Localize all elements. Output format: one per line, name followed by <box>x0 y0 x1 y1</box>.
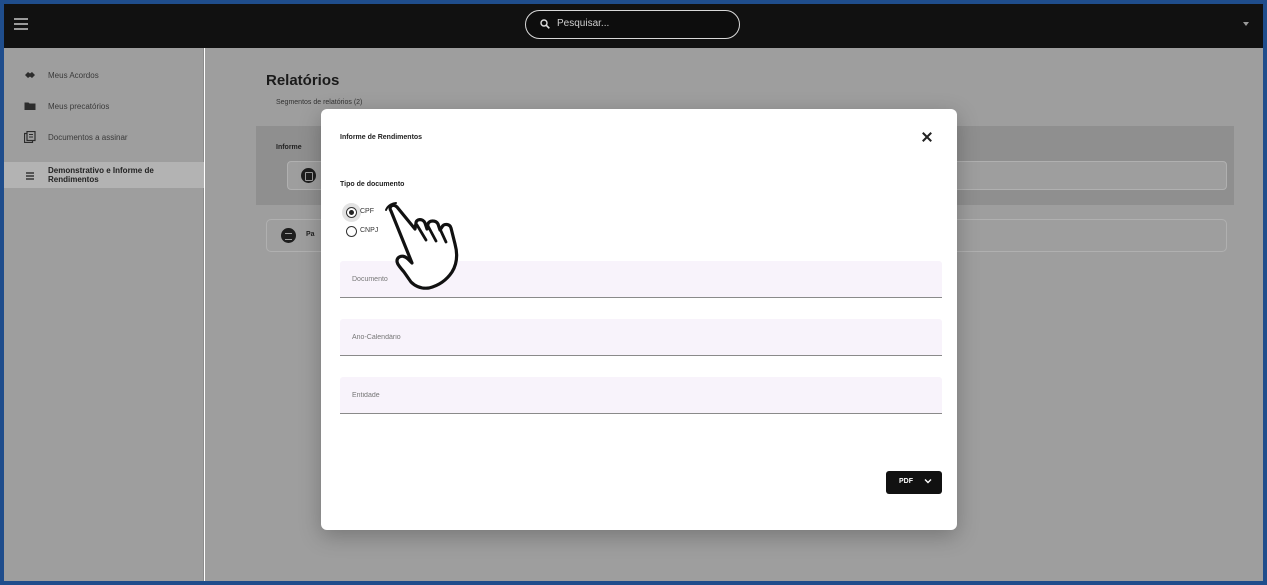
document-type-label: Tipo de documento <box>340 181 405 188</box>
segments-count: Segmentos de relatórios (2) <box>276 99 363 106</box>
documento-input[interactable] <box>340 261 942 297</box>
report-card-title: Informe <box>276 144 302 151</box>
documents-icon <box>24 131 36 143</box>
search-icon <box>540 19 550 29</box>
sidebar-item-label: Demonstrativo e Informe de Rendimentos <box>48 166 154 184</box>
radio-selected-dot <box>349 210 354 215</box>
radio-button[interactable] <box>346 226 357 237</box>
user-menu-caret-icon[interactable] <box>1243 22 1249 26</box>
ano-calendario-input[interactable] <box>340 319 942 355</box>
ano-calendario-field[interactable] <box>340 319 942 356</box>
search-input[interactable]: Pesquisar... <box>525 10 740 39</box>
entidade-field[interactable] <box>340 377 942 414</box>
entidade-input[interactable] <box>340 377 942 413</box>
chevron-down-icon <box>924 479 932 484</box>
sidebar-item-meus-precatorios[interactable]: Meus precatórios <box>4 93 204 119</box>
page-title: Relatórios <box>266 72 340 89</box>
sidebar-item-documentos-a-assinar[interactable]: Documentos a assinar <box>4 124 204 150</box>
top-bar: Pesquisar... <box>4 4 1263 48</box>
list-circle-icon <box>281 228 296 243</box>
search-placeholder: Pesquisar... <box>557 18 610 29</box>
radio-label: CPF <box>360 208 374 215</box>
sidebar-item-meus-acordos[interactable]: Meus Acordos <box>4 62 204 88</box>
informe-rendimentos-dialog: Informe de Rendimentos Tipo de documento… <box>321 109 957 530</box>
sidebar-item-demonstrativo[interactable]: Demonstrativo e Informe de Rendimentos <box>4 162 204 188</box>
radio-button[interactable] <box>346 207 357 218</box>
sidebar-item-label: Meus Acordos <box>48 71 99 80</box>
hamburger-menu-icon[interactable] <box>14 18 28 30</box>
pdf-button-label: PDF <box>899 478 913 485</box>
app-window: Pesquisar... Meus Acordos Meus precatóri… <box>4 4 1263 581</box>
close-icon[interactable] <box>920 130 934 144</box>
export-pdf-button[interactable]: PDF <box>886 471 942 494</box>
sidebar-item-label: Meus precatórios <box>48 102 110 111</box>
radio-label: CNPJ <box>360 227 379 234</box>
sidebar-item-label: Documentos a assinar <box>48 133 128 142</box>
report-segment-label: Pa <box>306 231 315 238</box>
sidebar: Meus Acordos Meus precatórios Documentos… <box>4 48 204 581</box>
handshake-icon <box>25 72 35 78</box>
folder-icon <box>24 102 36 110</box>
documento-field[interactable] <box>340 261 942 298</box>
list-icon <box>26 172 34 180</box>
dialog-title: Informe de Rendimentos <box>340 134 423 141</box>
document-icon <box>301 168 316 183</box>
